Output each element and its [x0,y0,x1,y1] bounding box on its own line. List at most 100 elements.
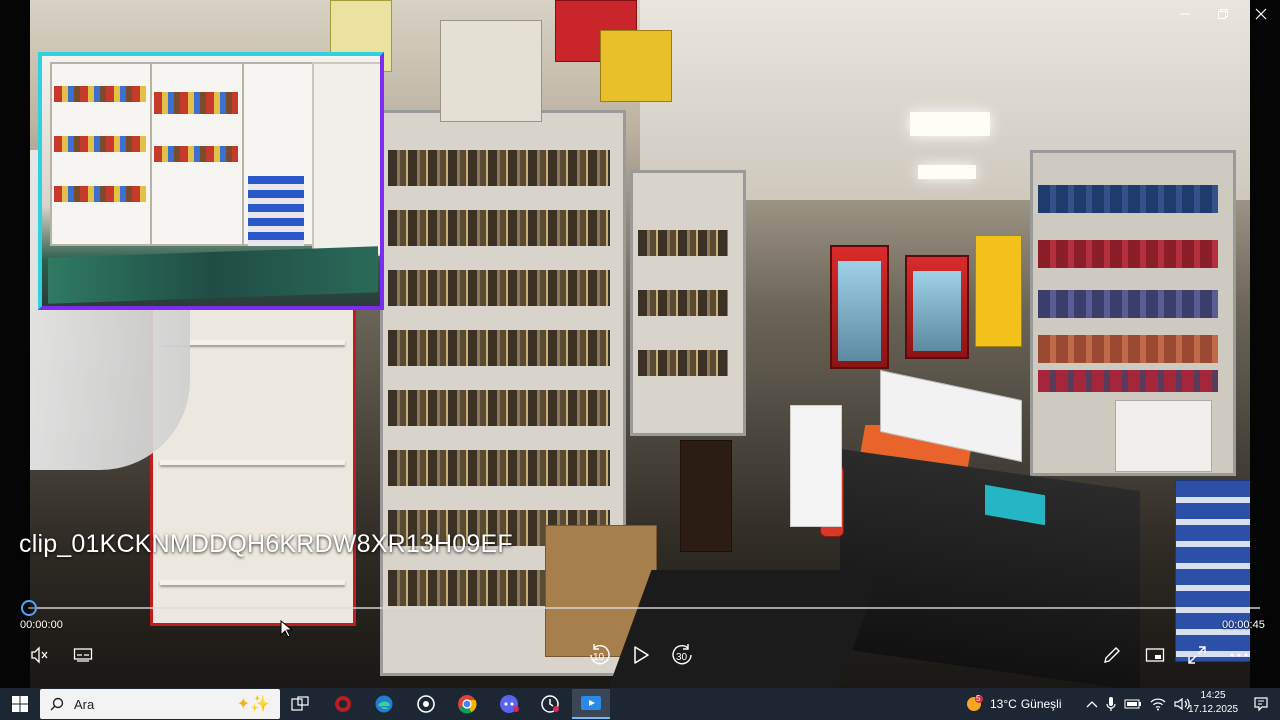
edit-button[interactable] [1098,642,1126,668]
network-button[interactable] [1150,697,1166,711]
water-bottles [1175,480,1252,662]
product-row [638,230,728,256]
search-placeholder: Ara [74,696,95,712]
task-view-icon [291,696,309,711]
product-row [1038,185,1218,213]
weather-temp: 13°C [990,697,1017,711]
pip-mat [48,246,378,304]
mute-button[interactable] [26,642,54,668]
volume-mute-icon [31,646,48,664]
taskbar-clock[interactable]: 14:25 17.12.2025 [1188,689,1238,717]
miniplayer-icon [1145,648,1165,662]
edit-pencil-icon [1104,647,1120,663]
product-row [388,330,610,366]
battery-icon [1124,699,1141,709]
play-button[interactable] [627,642,655,668]
task-view-button[interactable] [281,689,319,719]
white-box [1115,400,1212,472]
shelf-board [160,460,345,465]
skip-forward-label: 30 [676,652,688,663]
ceiling-light [910,112,990,136]
mouse-cursor-icon [280,620,292,638]
subtitles-button[interactable] [69,642,97,668]
letterbox-right [1250,0,1280,688]
drink-fridge [905,255,969,359]
microphone-icon [1105,697,1116,711]
stool [680,440,732,552]
product-row [388,150,610,186]
product-box [440,20,542,122]
product-row [638,350,728,376]
app-red-icon [335,696,351,712]
discord-icon [500,695,519,713]
product-row [638,290,728,316]
chevron-up-icon [1086,701,1097,708]
clip-title: clip_01KCKNMDDQH6KRDW8XR13H09EF [19,530,513,558]
system-tray: 5 13°C Güneşli [960,688,1196,720]
miniplayer-button[interactable] [1141,642,1169,668]
yellow-cabinet [975,235,1022,347]
letterbox-left [0,0,30,688]
media-player-icon [581,696,601,710]
more-options-button[interactable] [1225,642,1253,668]
product-row [1038,240,1218,268]
pip-products [54,136,146,152]
white-stand [790,405,842,527]
clock-time: 14:25 [1200,690,1226,701]
chrome-icon [458,695,477,714]
weather-widget[interactable]: 5 13°C Güneşli [964,694,1062,714]
product-row [388,270,610,306]
product-row [1038,335,1218,363]
product-box [600,30,672,102]
taskbar-chrome[interactable] [448,689,486,719]
seek-thumb[interactable] [21,600,37,616]
pip-products [54,186,146,202]
product-row [388,390,610,426]
picture-in-picture-overlay [38,52,384,310]
taskbar-media-player[interactable] [572,689,610,719]
notifications-button[interactable] [1242,689,1280,719]
taskbar-discord[interactable] [490,689,528,719]
keyboard [608,570,882,688]
product-row [388,450,610,486]
minimize-button[interactable] [1166,0,1204,28]
fullscreen-button[interactable] [1183,642,1211,668]
battery-button[interactable] [1124,698,1142,710]
close-button[interactable] [1242,0,1280,28]
current-time: 00:00:00 [20,619,63,631]
tray-overflow-button[interactable] [1086,700,1098,708]
pip-products [54,86,146,102]
microphone-button[interactable] [1105,696,1116,712]
pip-door [312,62,380,256]
start-icon [12,696,28,712]
app-circle-icon [417,695,435,713]
ceiling-light [918,165,976,179]
close-icon [1255,8,1267,20]
taskbar-app-red[interactable] [324,689,362,719]
maximize-button[interactable] [1204,0,1242,28]
product-row [1038,370,1218,392]
taskbar-app-circle[interactable] [407,689,445,719]
pip-products [154,92,238,114]
app-clock-icon [541,695,559,713]
clock-date: 17.12.2025 [1188,704,1239,715]
taskbar-app-clock[interactable] [531,689,569,719]
search-highlight-icon: ✦✨ [236,694,270,713]
weather-badge: 5 [976,694,981,703]
media-player-window: clip_01KCKNMDDQH6KRDW8XR13H09EF 00:00:00… [0,0,1280,720]
taskbar-edge[interactable] [365,689,403,719]
more-options-icon [1230,653,1248,657]
product-row [388,210,610,246]
taskbar-search[interactable]: Ara ✦✨ [40,689,280,719]
weather-sun-icon [967,695,983,711]
seek-bar[interactable] [28,607,1260,609]
pip-products [154,146,238,162]
skip-back-label: 10 [593,652,605,663]
search-icon [50,697,64,711]
video-frame[interactable] [0,0,1280,688]
product-row [1038,290,1218,318]
minimize-icon [1180,13,1190,15]
subtitles-icon [73,648,93,662]
start-button[interactable] [0,688,40,720]
wifi-icon [1150,698,1165,711]
